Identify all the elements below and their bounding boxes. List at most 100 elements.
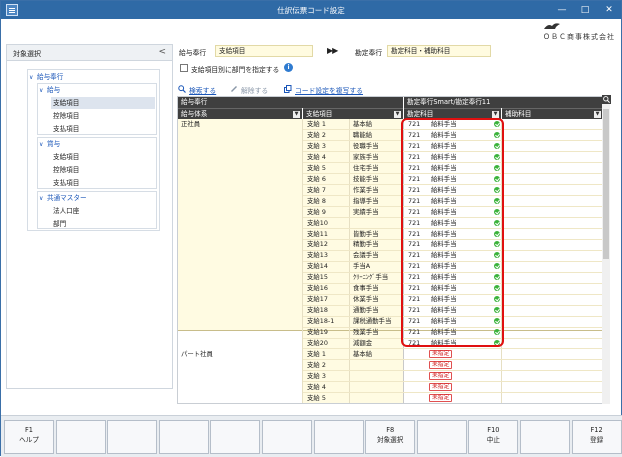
tree-node-shoyo[interactable]: ∨ 賞与	[39, 138, 60, 150]
cell-hojo-kamoku[interactable]	[503, 393, 601, 403]
tree-node-kyuyo-bugyo[interactable]: ∨ 給与奉行	[29, 71, 63, 83]
cell-shikyu-name	[350, 218, 402, 228]
search-button[interactable]: 検索する	[189, 85, 216, 95]
target-tree: ∨ 給与奉行 ∨ 給与 支給項目 控除項目 支払項目 ∨ 賞与 支給項目 控除項目 支…	[27, 69, 163, 279]
function-key-code: F8	[386, 426, 395, 434]
chevron-down-icon: ∨	[29, 74, 34, 81]
cell-shikyu-code: 支給12	[307, 240, 328, 249]
cell-hojo-kamoku[interactable]	[503, 119, 601, 129]
function-key-11[interactable]	[520, 420, 570, 454]
cell-hojo-kamoku[interactable]	[503, 229, 601, 239]
unset-badge[interactable]: 未指定	[429, 349, 453, 358]
cell-hojo-kamoku[interactable]	[503, 371, 601, 381]
unset-button[interactable]: 解除する	[241, 85, 268, 95]
filter-dropdown-icon[interactable]: ▼	[293, 111, 300, 118]
cell-kyuyo-taikei: パート社員	[181, 349, 213, 358]
cell-kyuyo-taikei	[178, 250, 300, 260]
cell-shikyu-name: 皆勤手当	[353, 229, 379, 238]
cell-hojo-kamoku[interactable]	[503, 218, 601, 228]
cell-hojo-kamoku[interactable]	[503, 338, 601, 348]
cell-hojo-kamoku[interactable]	[503, 185, 601, 195]
cell-hojo-kamoku[interactable]	[503, 305, 601, 315]
tree-node-hojin-koza[interactable]: 法人口座	[51, 205, 155, 217]
info-icon[interactable]: i	[284, 63, 293, 72]
tree-node-kyuyo[interactable]: ∨ 給与	[39, 84, 60, 96]
cell-hojo-kamoku[interactable]	[503, 250, 601, 260]
function-key-4[interactable]	[158, 420, 209, 454]
cell-hojo-kamoku[interactable]	[503, 239, 601, 249]
function-key-7[interactable]	[313, 420, 364, 454]
cell-hojo-kamoku[interactable]	[503, 130, 601, 140]
tree-node-bumon[interactable]: 部門	[51, 218, 155, 230]
tree-node-kyuyo-shikyu[interactable]: 支給項目	[51, 97, 155, 109]
col-shikyu-koumoku[interactable]: 支給項目 ▼	[303, 108, 403, 119]
dept-checkbox[interactable]	[180, 64, 188, 72]
cell-shikyu-code: 支給15	[307, 273, 328, 282]
unset-badge[interactable]: 未指定	[429, 371, 453, 380]
copy-code-settings-button[interactable]: コード設定を複写する	[295, 85, 363, 95]
function-key-12[interactable]: F12 登録	[571, 420, 622, 454]
cell-kyuyo-taikei	[178, 272, 300, 282]
cell-hojo-kamoku[interactable]	[503, 141, 601, 151]
minimize-icon[interactable]: —	[551, 3, 573, 17]
tree-node-common-master[interactable]: ∨ 共通マスター	[39, 192, 87, 204]
unset-badge[interactable]: 未指定	[429, 360, 453, 369]
cell-hojo-kamoku[interactable]	[503, 360, 601, 370]
collapse-pane-icon[interactable]: <	[158, 47, 166, 57]
cell-hojo-kamoku[interactable]	[503, 174, 601, 184]
row-separator	[303, 403, 603, 404]
cell-hojo-kamoku[interactable]	[503, 261, 601, 271]
cell-shikyu-name: 作業手当	[353, 185, 379, 194]
function-key-6[interactable]	[262, 420, 312, 454]
cell-hojo-kamoku[interactable]	[503, 349, 601, 359]
tree-node-kyuyo-kojo[interactable]: 控除項目	[51, 110, 155, 122]
function-key-5[interactable]	[210, 420, 261, 454]
cell-hojo-kamoku[interactable]	[503, 152, 601, 162]
target-select-pane: 対象選択 < ∨ 給与奉行 ∨ 給与 支給項目 控除項目 支払項目 ∨ 賞与 支給項目…	[6, 44, 173, 389]
cell-shikyu-code: 支給 9	[307, 207, 326, 216]
cell-kyuyo-taikei	[178, 174, 300, 184]
chevron-down-icon: ∨	[39, 87, 44, 94]
scroll-thumb[interactable]	[603, 109, 609, 259]
cell-kyuyo-taikei	[178, 163, 300, 173]
cell-hojo-kamoku[interactable]	[503, 316, 601, 326]
cell-shikyu-name: 通勤手当	[353, 306, 379, 315]
filter-dropdown-icon[interactable]: ▼	[594, 111, 601, 118]
chevron-down-icon: ∨	[39, 141, 44, 148]
company-logo-area: ＯＢＣ商事株式会社	[501, 20, 621, 41]
cell-kyuyo-taikei	[178, 196, 300, 206]
col-hojo-kamoku[interactable]: 補助科目 ▼	[502, 108, 603, 119]
tree-node-shoyo-shikyu[interactable]: 支給項目	[51, 151, 155, 163]
filter-dropdown-icon[interactable]: ▼	[492, 111, 499, 118]
tree-node-kyuyo-shiharai[interactable]: 支払項目	[51, 123, 155, 135]
cell-hojo-kamoku[interactable]	[503, 163, 601, 173]
cell-hojo-kamoku[interactable]	[503, 382, 601, 392]
function-key-3[interactable]	[107, 420, 158, 454]
maximize-icon[interactable]: □	[574, 3, 596, 17]
function-key-9[interactable]	[416, 420, 467, 454]
filter-dropdown-icon[interactable]: ▼	[394, 111, 401, 118]
search-icon	[178, 85, 186, 93]
cell-hojo-kamoku[interactable]	[503, 272, 601, 282]
grid-vertical-scrollbar[interactable]	[602, 95, 610, 404]
function-key-10[interactable]: F10 中止	[468, 420, 519, 454]
col-kyuyo-taikei[interactable]: 給与体系 ▼	[178, 108, 302, 119]
cell-hojo-kamoku[interactable]	[503, 327, 601, 337]
unset-badge[interactable]: 未指定	[429, 382, 453, 391]
function-key-1[interactable]: F1 ヘルプ	[4, 420, 54, 454]
cell-hojo-kamoku[interactable]	[503, 294, 601, 304]
cell-hojo-kamoku[interactable]	[503, 283, 601, 293]
cell-shikyu-code: 支給 1	[307, 120, 326, 128]
close-icon[interactable]: ✕	[598, 3, 620, 17]
cell-kyuyo-taikei	[178, 152, 300, 162]
cell-shikyu-name: 残業手当	[353, 328, 379, 337]
function-key-8[interactable]: F8 対象選択	[365, 420, 416, 454]
function-key-2[interactable]	[55, 420, 106, 454]
cell-hojo-kamoku[interactable]	[503, 207, 601, 217]
tree-node-shoyo-kojo[interactable]: 控除項目	[51, 164, 155, 176]
tree-node-shoyo-shiharai[interactable]: 支払項目	[51, 177, 155, 189]
cell-hojo-kamoku[interactable]	[503, 196, 601, 206]
grid-search-icon[interactable]	[602, 95, 611, 104]
cell-shikyu-code: 支給 3	[307, 141, 326, 150]
unset-badge[interactable]: 未指定	[429, 393, 453, 402]
